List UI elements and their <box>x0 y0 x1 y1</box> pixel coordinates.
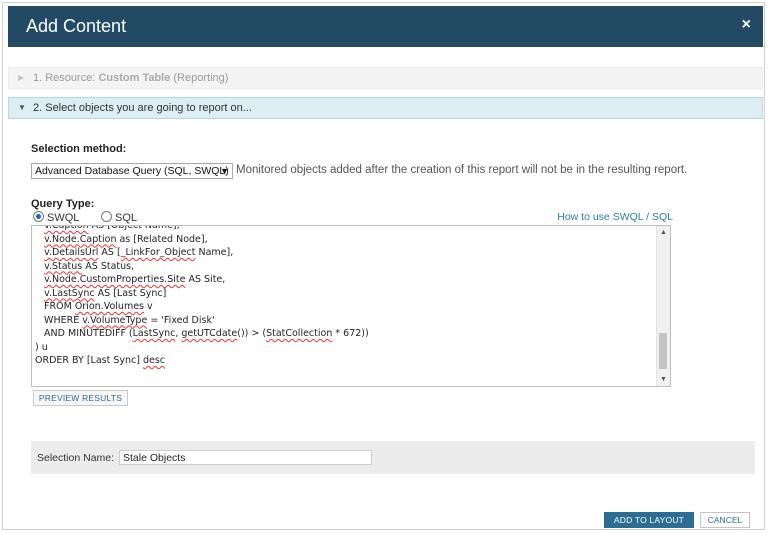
chevron-down-icon: ▼ <box>18 103 26 112</box>
selection-method-value: Advanced Database Query (SQL, SWQL) <box>35 165 229 177</box>
scroll-down-icon[interactable]: ▼ <box>660 376 667 383</box>
selection-method-note: Monitored objects added after the creati… <box>236 164 688 176</box>
code-line: FROM Orion.Volumes v <box>35 301 153 312</box>
selection-method-select[interactable]: Advanced Database Query (SQL, SWQL) ▼ <box>31 163 233 179</box>
selection-name-input[interactable]: Stale Objects <box>119 450 372 465</box>
radio-unchecked-icon <box>101 211 112 222</box>
code-line: v.Node.CustomProperties.Site AS Site, <box>44 274 226 285</box>
selection-method-label: Selection method: <box>31 143 127 155</box>
step-resource-suffix: (Reporting) <box>173 72 229 84</box>
radio-swql-label: SWQL <box>47 212 80 224</box>
selection-name-label: Selection Name: <box>37 452 115 464</box>
step-resource-label: 1. Resource: Custom Table (Reporting) <box>33 68 228 88</box>
query-type-label: Query Type: <box>31 198 95 210</box>
code-line: v.Node.Caption as [Related Node], <box>44 233 208 245</box>
radio-swql[interactable]: SWQL <box>33 211 79 224</box>
step-resource[interactable]: ▶ 1. Resource: Custom Table (Reporting) <box>8 67 763 89</box>
code-line: WHERE v.VolumeType = 'Fixed Disk' <box>35 314 215 326</box>
add-to-layout-button[interactable]: ADD TO LAYOUT <box>604 512 694 528</box>
chevron-down-icon: ▼ <box>220 166 229 176</box>
radio-sql[interactable]: SQL <box>101 211 137 224</box>
scroll-up-icon[interactable]: ▲ <box>660 229 667 236</box>
step-resource-name: Custom Table <box>98 72 171 84</box>
code-line: v.DetailsUrl AS [_LinkFor_Object Name], <box>44 247 234 258</box>
cancel-button[interactable]: CANCEL <box>700 512 750 528</box>
query-code: v.Caption AS [Object Name], v.Node.Capti… <box>35 225 369 368</box>
step-select-objects[interactable]: ▼ 2. Select objects you are going to rep… <box>8 97 763 119</box>
code-line: ) u <box>35 341 48 353</box>
step-number-label: 1. Resource: <box>33 72 96 84</box>
code-line: AND MINUTEDIFF (LastSync, getUTCdate()) … <box>35 328 369 339</box>
scroll-thumb[interactable] <box>659 333 667 369</box>
close-icon[interactable]: × <box>742 16 751 34</box>
radio-checked-icon <box>33 211 44 222</box>
code-line: v.Status AS Status, <box>44 260 135 272</box>
code-line: ORDER BY [Last Sync] desc <box>35 355 166 366</box>
dialog-header: Add Content × <box>8 6 763 47</box>
selection-name-bar: Selection Name: Stale Objects <box>31 441 755 474</box>
query-editor[interactable]: v.Caption AS [Object Name], v.Node.Capti… <box>31 225 671 387</box>
radio-sql-label: SQL <box>115 212 138 224</box>
how-to-use-link[interactable]: How to use SWQL / SQL <box>557 211 673 223</box>
preview-results-button[interactable]: PREVIEW RESULTS <box>33 390 128 406</box>
step-select-objects-label: 2. Select objects you are going to repor… <box>33 102 252 114</box>
editor-scrollbar[interactable]: ▲ ▼ <box>656 226 670 386</box>
dialog-title: Add Content <box>26 16 127 36</box>
chevron-right-icon: ▶ <box>18 73 25 82</box>
code-line: v.LastSync AS [Last Sync] <box>44 287 167 299</box>
code-line: v.Caption AS [Object Name], <box>44 225 180 231</box>
